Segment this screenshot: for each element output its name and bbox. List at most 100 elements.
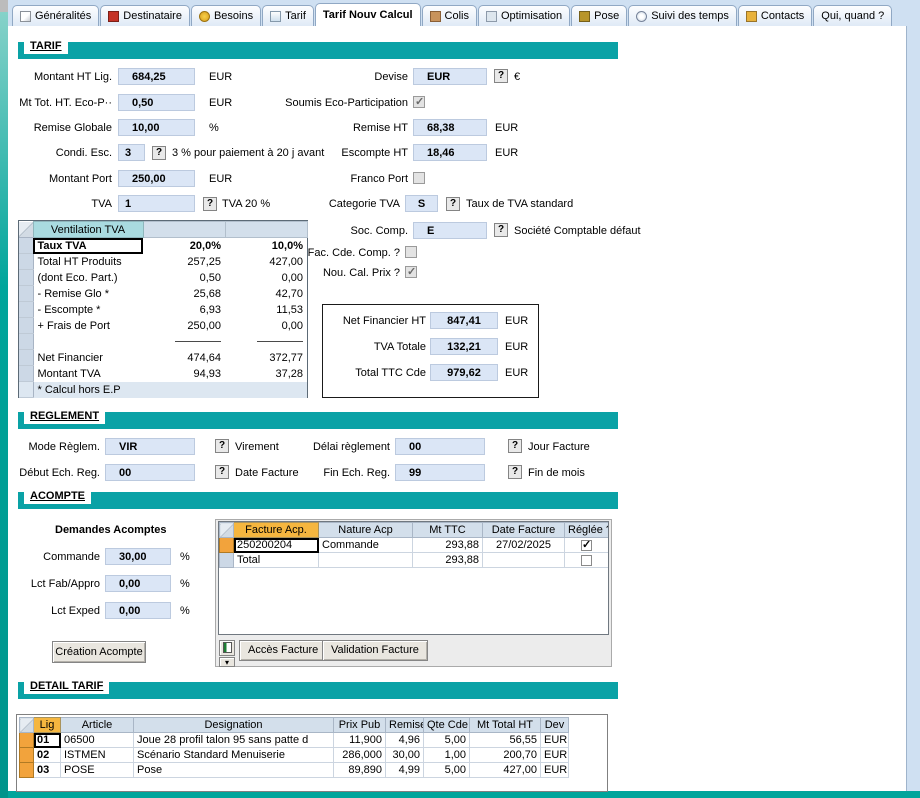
ventilation-cell[interactable]: 0,50	[143, 270, 225, 286]
acompte-header-reglee[interactable]: Réglée ?	[565, 523, 609, 538]
mode-reglem-help-button[interactable]: ?	[215, 439, 229, 453]
acompte-header-date[interactable]: Date Facture	[483, 523, 565, 538]
tva-totale-field[interactable]: 132,21	[430, 338, 498, 355]
detail-cell-lig[interactable]: 02	[34, 748, 61, 763]
net-financier-ht-field[interactable]: 847,41	[430, 312, 498, 329]
tab-besoins[interactable]: Besoins	[191, 5, 261, 26]
categorie-tva-field[interactable]: S	[405, 195, 438, 212]
remise-ht-field[interactable]: 68,38	[413, 119, 487, 136]
mode-reglem-field[interactable]: VIR	[105, 438, 195, 455]
tab-contacts[interactable]: Contacts	[738, 5, 812, 26]
detail-cell-mt-total-ht[interactable]: 56,55	[470, 733, 541, 748]
detail-cell-remise[interactable]: 4,99	[386, 763, 424, 778]
acompte-cell-date[interactable]: 27/02/2025	[483, 538, 565, 553]
detail-cell-qte-cde[interactable]: 5,00	[424, 763, 470, 778]
ventilation-cell[interactable]: 10,0%	[225, 238, 307, 254]
ventilation-cell[interactable]: 42,70	[225, 286, 307, 302]
tab-qui-quand[interactable]: Qui, quand ?	[813, 5, 892, 26]
detail-cell-qte-cde[interactable]: 1,00	[424, 748, 470, 763]
total-ttc-cde-field[interactable]: 979,62	[430, 364, 498, 381]
debut-ech-reg-field[interactable]: 00	[105, 464, 195, 481]
lct-exped-field[interactable]: 0,00	[105, 602, 171, 619]
soumis-eco-checkbox[interactable]	[413, 96, 425, 108]
detail-header-remise[interactable]: Remise	[386, 718, 424, 733]
reglee-checkbox[interactable]	[581, 555, 592, 566]
condi-esc-help-button[interactable]: ?	[152, 146, 166, 160]
acompte-cell-nature[interactable]	[319, 553, 413, 568]
export-excel-button[interactable]	[219, 640, 235, 656]
detail-cell-designation[interactable]: Joue 28 profil talon 95 sans patte d	[134, 733, 334, 748]
acompte-cell-facture[interactable]: Total	[234, 553, 319, 568]
ventilation-cell[interactable]: - Remise Glo *	[33, 286, 143, 302]
ventilation-cell[interactable]: + Frais de Port	[33, 318, 143, 334]
ventilation-cell[interactable]: 37,28	[225, 366, 307, 382]
acompte-header-facture[interactable]: Facture Acp.	[234, 523, 319, 538]
detail-cell-designation[interactable]: Pose	[134, 763, 334, 778]
mt-tot-eco-field[interactable]: 0,50	[118, 94, 195, 111]
scroll-down-button[interactable]: ▾	[219, 657, 235, 667]
debut-ech-reg-help-button[interactable]: ?	[215, 465, 229, 479]
tab-destinataire[interactable]: Destinataire	[100, 5, 190, 26]
ventilation-cell[interactable]: - Escompte *	[33, 302, 143, 318]
fin-ech-reg-field[interactable]: 99	[395, 464, 485, 481]
montant-ht-lig-field[interactable]: 684,25	[118, 68, 195, 85]
detail-cell-designation[interactable]: Scénario Standard Menuiserie	[134, 748, 334, 763]
categorie-tva-help-button[interactable]: ?	[446, 197, 460, 211]
acompte-cell-mt-ttc[interactable]: 293,88	[413, 553, 483, 568]
tab-optimisation[interactable]: Optimisation	[478, 5, 570, 26]
condi-esc-field[interactable]: 3	[118, 144, 145, 161]
escompte-ht-field[interactable]: 18,46	[413, 144, 487, 161]
detail-header-dev[interactable]: Dev	[541, 718, 569, 733]
detail-cell-lig[interactable]: 01	[34, 733, 61, 748]
detail-cell-mt-total-ht[interactable]: 427,00	[470, 763, 541, 778]
remise-globale-field[interactable]: 10,00	[118, 119, 195, 136]
tab-colis[interactable]: Colis	[422, 5, 477, 26]
delai-reglement-field[interactable]: 00	[395, 438, 485, 455]
detail-cell-mt-total-ht[interactable]: 200,70	[470, 748, 541, 763]
detail-cell-remise[interactable]: 4,96	[386, 733, 424, 748]
devise-field[interactable]: EUR	[413, 68, 487, 85]
ventilation-cell[interactable]: 25,68	[143, 286, 225, 302]
acompte-cell-nature[interactable]: Commande	[319, 538, 413, 553]
tab-pose[interactable]: Pose	[571, 5, 627, 26]
nou-cal-prix-checkbox[interactable]	[405, 266, 417, 278]
creation-acompte-button[interactable]: Création Acompte	[52, 641, 146, 663]
detail-cell-article[interactable]: 06500	[61, 733, 134, 748]
detail-header-prix-pub[interactable]: Prix Pub	[334, 718, 386, 733]
acompte-cell-date[interactable]	[483, 553, 565, 568]
detail-cell-qte-cde[interactable]: 5,00	[424, 733, 470, 748]
soc-comp-help-button[interactable]: ?	[494, 223, 508, 237]
detail-header-article[interactable]: Article	[61, 718, 134, 733]
fac-cde-comp-checkbox[interactable]	[405, 246, 417, 258]
ventilation-cell[interactable]: (dont Eco. Part.)	[33, 270, 143, 286]
tab-tarif-nouv-calcul[interactable]: Tarif Nouv Calcul	[315, 3, 421, 26]
ventilation-cell[interactable]: 94,93	[143, 366, 225, 382]
tva-help-button[interactable]: ?	[203, 197, 217, 211]
detail-header-designation[interactable]: Designation	[134, 718, 334, 733]
soc-comp-field[interactable]: E	[413, 222, 487, 239]
devise-help-button[interactable]: ?	[494, 69, 508, 83]
detail-header-qte-cde[interactable]: Qte Cde	[424, 718, 470, 733]
ventilation-cell[interactable]: 372,77	[225, 350, 307, 366]
detail-cell-prix-pub[interactable]: 89,890	[334, 763, 386, 778]
delai-reglement-help-button[interactable]: ?	[508, 439, 522, 453]
ventilation-cell[interactable]: 20,0%	[143, 238, 225, 254]
detail-cell-dev[interactable]: EUR	[541, 748, 569, 763]
ventilation-cell[interactable]: 6,93	[143, 302, 225, 318]
montant-port-field[interactable]: 250,00	[118, 170, 195, 187]
reglee-checkbox[interactable]	[581, 540, 592, 551]
ventilation-cell[interactable]: Total HT Produits	[33, 254, 143, 270]
detail-cell-article[interactable]: ISTMEN	[61, 748, 134, 763]
ventilation-cell[interactable]: 257,25	[143, 254, 225, 270]
acompte-cell-facture[interactable]: 250200204	[234, 538, 319, 553]
detail-cell-dev[interactable]: EUR	[541, 763, 569, 778]
acompte-header-nature[interactable]: Nature Acp	[319, 523, 413, 538]
detail-cell-prix-pub[interactable]: 286,000	[334, 748, 386, 763]
tab-tarif[interactable]: Tarif	[262, 5, 314, 26]
ventilation-cell[interactable]: 0,00	[225, 270, 307, 286]
detail-cell-remise[interactable]: 30,00	[386, 748, 424, 763]
ventilation-cell[interactable]: 11,53	[225, 302, 307, 318]
ventilation-cell[interactable]: 250,00	[143, 318, 225, 334]
tab-suivi-des-temps[interactable]: Suivi des temps	[628, 5, 737, 26]
validation-facture-button[interactable]: Validation Facture	[322, 640, 428, 661]
